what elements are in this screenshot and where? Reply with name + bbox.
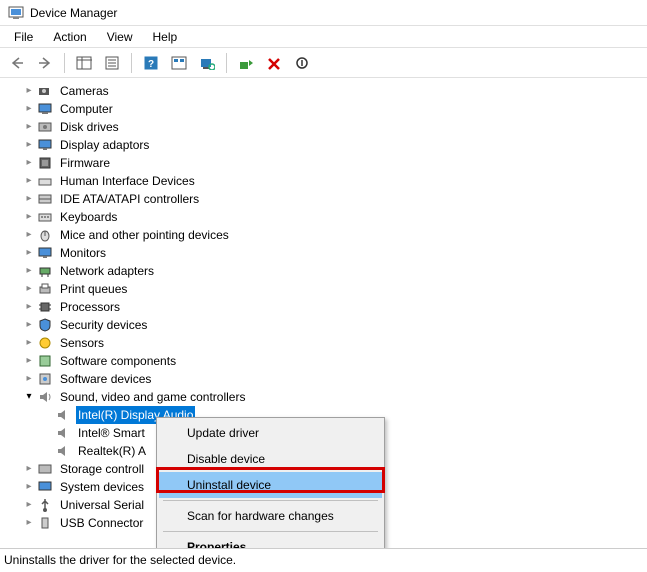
storage-icon: [36, 461, 54, 477]
tree-node-computer[interactable]: Computer: [22, 100, 647, 118]
toolbar: ?: [0, 48, 647, 78]
action-button[interactable]: [166, 51, 192, 75]
audio-device-icon: [54, 425, 72, 441]
firmware-icon: [36, 155, 54, 171]
sound-icon: [36, 389, 54, 405]
menu-view[interactable]: View: [97, 28, 143, 45]
menu-bar: File Action View Help: [0, 26, 647, 48]
toolbar-separator: [131, 53, 132, 73]
uninstall-button[interactable]: [261, 51, 287, 75]
tree-node-disk[interactable]: Disk drives: [22, 118, 647, 136]
context-separator: [163, 531, 378, 532]
disable-button[interactable]: [289, 51, 315, 75]
tree-node-hid[interactable]: Human Interface Devices: [22, 172, 647, 190]
context-update-driver[interactable]: Update driver: [159, 420, 382, 446]
audio-device-icon: [54, 443, 72, 459]
tree-node-keyboards[interactable]: Keyboards: [22, 208, 647, 226]
menu-file[interactable]: File: [4, 28, 43, 45]
window-title: Device Manager: [30, 6, 117, 20]
usb-icon: [36, 497, 54, 513]
menu-action[interactable]: Action: [43, 28, 96, 45]
printer-icon: [36, 281, 54, 297]
keyboard-icon: [36, 209, 54, 225]
scan-hardware-button[interactable]: [194, 51, 220, 75]
hid-icon: [36, 173, 54, 189]
monitor-icon: [36, 245, 54, 261]
system-device-icon: [36, 479, 54, 495]
tree-node-firmware[interactable]: Firmware: [22, 154, 647, 172]
tree-node-monitors[interactable]: Monitors: [22, 244, 647, 262]
tree-node-sound[interactable]: Sound, video and game controllers: [22, 388, 647, 406]
status-bar: Uninstalls the driver for the selected d…: [0, 548, 647, 572]
tree-node-display[interactable]: Display adaptors: [22, 136, 647, 154]
computer-icon: [36, 101, 54, 117]
mouse-icon: [36, 227, 54, 243]
back-button[interactable]: [4, 51, 30, 75]
tree-node-processors[interactable]: Processors: [22, 298, 647, 316]
tree-node-network[interactable]: Network adapters: [22, 262, 647, 280]
tree-node-printq[interactable]: Print queues: [22, 280, 647, 298]
help-button[interactable]: ?: [138, 51, 164, 75]
tree-node-security[interactable]: Security devices: [22, 316, 647, 334]
properties-button[interactable]: [99, 51, 125, 75]
network-icon: [36, 263, 54, 279]
tree-node-swdev[interactable]: Software devices: [22, 370, 647, 388]
show-hide-tree-button[interactable]: [71, 51, 97, 75]
usb-connector-icon: [36, 515, 54, 531]
context-scan-hardware[interactable]: Scan for hardware changes: [159, 503, 382, 529]
software-device-icon: [36, 371, 54, 387]
toolbar-separator: [64, 53, 65, 73]
svg-text:?: ?: [148, 59, 154, 70]
tree-node-swcomp[interactable]: Software components: [22, 352, 647, 370]
forward-button[interactable]: [32, 51, 58, 75]
context-disable-device[interactable]: Disable device: [159, 446, 382, 472]
ide-icon: [36, 191, 54, 207]
audio-device-icon: [54, 407, 72, 423]
toolbar-separator: [226, 53, 227, 73]
display-icon: [36, 137, 54, 153]
context-menu: Update driver Disable device Uninstall d…: [156, 417, 385, 563]
context-uninstall-device[interactable]: Uninstall device: [159, 472, 382, 498]
status-text: Uninstalls the driver for the selected d…: [4, 553, 236, 567]
tree-node-mice[interactable]: Mice and other pointing devices: [22, 226, 647, 244]
title-bar: Device Manager: [0, 0, 647, 26]
tree-node-ide[interactable]: IDE ATA/ATAPI controllers: [22, 190, 647, 208]
disk-icon: [36, 119, 54, 135]
sensor-icon: [36, 335, 54, 351]
tree-node-sensors[interactable]: Sensors: [22, 334, 647, 352]
software-component-icon: [36, 353, 54, 369]
menu-help[interactable]: Help: [143, 28, 188, 45]
context-separator: [163, 500, 378, 501]
cpu-icon: [36, 299, 54, 315]
update-driver-button[interactable]: [233, 51, 259, 75]
tree-node-cameras[interactable]: Cameras: [22, 82, 647, 100]
app-icon: [8, 5, 24, 21]
security-icon: [36, 317, 54, 333]
camera-icon: [36, 83, 54, 99]
